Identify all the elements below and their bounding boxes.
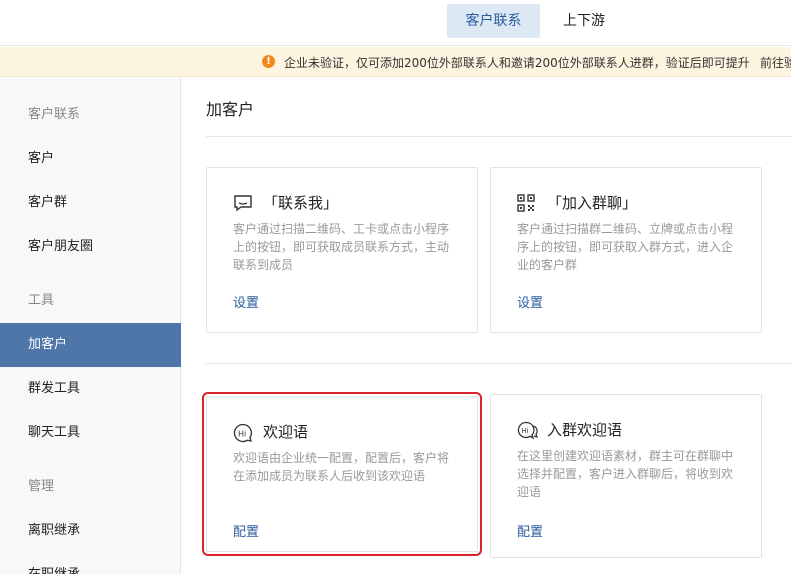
- hi-group-bubble-icon: Hi: [517, 421, 538, 440]
- join-group-settings-link[interactable]: 设置: [517, 292, 543, 311]
- card-title: 入群欢迎语: [547, 421, 623, 439]
- sidebar: 客户联系 客户 客户群 客户朋友圈 工具 加客户 群发工具 聊天工具 管理 离职…: [0, 78, 181, 574]
- sidebar-group-tools: 工具: [28, 293, 55, 308]
- welcome-message-card: Hi 欢迎语 欢迎语由企业统一配置，配置后，客户将在添加成员为联系人后收到该欢迎…: [202, 392, 482, 556]
- card-description: 客户通过扫描群二维码、立牌或点击小程序上的按钮，即可获取入群方式，进入企业的客户…: [517, 222, 734, 272]
- sidebar-group-management: 管理: [28, 479, 55, 494]
- sidebar-item-mass-send[interactable]: 群发工具: [0, 367, 181, 411]
- sidebar-item-moments[interactable]: 客户朋友圈: [0, 225, 181, 269]
- sidebar-item-resigned-transfer[interactable]: 离职继承: [0, 509, 181, 553]
- card-description: 在这里创建欢迎语素材，群主可在群聊中选择并配置，客户进入群聊后，将收到欢迎语: [517, 449, 734, 499]
- sidebar-group-customer-contact: 客户联系: [28, 107, 81, 122]
- join-group-card: 「加入群聊」 客户通过扫描群二维码、立牌或点击小程序上的按钮，即可获取入群方式，…: [490, 167, 762, 333]
- main-content: 加客户 「联系我」 客户通过扫描二维码、工卡或点击小程序上的按钮，即可获取成员联…: [182, 78, 791, 574]
- page-title: 加客户: [206, 100, 255, 119]
- qr-code-icon: [517, 194, 537, 212]
- svg-text:Hi: Hi: [238, 430, 246, 439]
- section-divider: [206, 363, 791, 364]
- top-nav: 客户联系 上下游: [0, 0, 791, 46]
- contact-me-settings-link[interactable]: 设置: [233, 292, 259, 311]
- group-welcome-config-link[interactable]: 配置: [517, 521, 543, 540]
- welcome-message-config-link[interactable]: 配置: [233, 521, 259, 540]
- svg-text:Hi: Hi: [521, 427, 528, 435]
- verification-notice: ! 企业未验证，仅可添加200位外部联系人和邀请200位外部联系人进群，验证后即…: [0, 47, 791, 77]
- sidebar-item-onjob-transfer[interactable]: 在职继承: [0, 553, 181, 574]
- hi-bubble-icon: Hi: [233, 423, 253, 443]
- info-icon: !: [262, 55, 275, 68]
- card-description: 客户通过扫描二维码、工卡或点击小程序上的按钮，即可获取成员联系方式，主动联系到成…: [233, 222, 450, 272]
- sidebar-item-chat-tools[interactable]: 聊天工具: [0, 411, 181, 455]
- card-title: 「加入群聊」: [547, 194, 638, 212]
- go-verify-link[interactable]: 前往验证: [760, 54, 791, 71]
- sidebar-item-customer-groups[interactable]: 客户群: [0, 181, 181, 225]
- card-description: 欢迎语由企业统一配置，配置后，客户将在添加成员为联系人后收到该欢迎语: [233, 451, 450, 483]
- sidebar-item-customers[interactable]: 客户: [0, 137, 181, 181]
- group-welcome-message-card: Hi 入群欢迎语 在这里创建欢迎语素材，群主可在群聊中选择并配置，客户进入群聊后…: [490, 394, 762, 558]
- tab-upstream-downstream[interactable]: 上下游: [548, 4, 620, 38]
- card-title: 欢迎语: [263, 423, 309, 441]
- tab-customer-contact[interactable]: 客户联系: [447, 4, 540, 38]
- sidebar-item-add-customer[interactable]: 加客户: [0, 323, 181, 367]
- contact-me-card: 「联系我」 客户通过扫描二维码、工卡或点击小程序上的按钮，即可获取成员联系方式，…: [206, 167, 478, 333]
- title-divider: [206, 136, 791, 137]
- notice-text: 企业未验证，仅可添加200位外部联系人和邀请200位外部联系人进群，验证后即可提…: [284, 56, 750, 70]
- card-title: 「联系我」: [263, 194, 339, 212]
- chat-bubble-icon: [233, 194, 253, 212]
